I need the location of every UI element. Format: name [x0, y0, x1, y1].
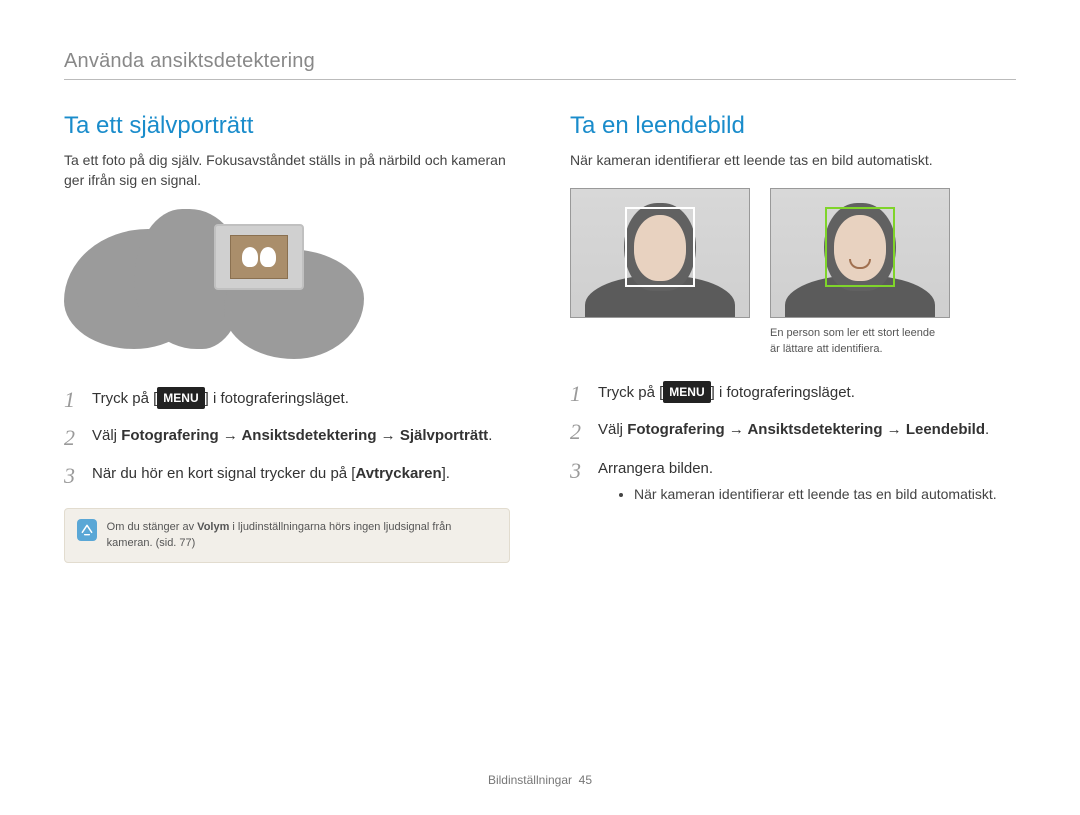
text: När du hör en kort signal trycker du på …: [92, 465, 355, 482]
selfie-illustration: [64, 209, 374, 359]
header-title: Använda ansiktsdetektering: [64, 50, 1016, 73]
text: .: [985, 421, 989, 438]
left-heading: Ta ett självporträtt: [64, 112, 510, 140]
menu-path: Fotografering → Ansiktsdetektering → Sjä…: [121, 427, 488, 444]
volume-label: Volym: [197, 521, 229, 533]
page-header: Använda ansiktsdetektering: [64, 50, 1016, 80]
step-text: Välj Fotografering → Ansiktsdetektering …: [92, 425, 510, 451]
step-text: Tryck på [MENU] i fotograferingsläget.: [598, 381, 1016, 407]
camera-screen: [230, 235, 288, 279]
text: Om du stänger av: [107, 521, 198, 533]
footer-page-number: 45: [579, 773, 592, 787]
step-number: 3: [570, 458, 586, 506]
header-rule: [64, 79, 1016, 80]
right-steps: 1 Tryck på [MENU] i fotograferingsläget.…: [570, 381, 1016, 505]
right-heading: Ta en leendebild: [570, 112, 1016, 140]
face-smiling: [770, 188, 950, 318]
face-examples: [570, 188, 1016, 318]
camera-icon: [214, 224, 304, 290]
footer-section: Bildinställningar: [488, 773, 572, 787]
text: ] i fotograferingsläget.: [205, 390, 349, 407]
text: Tryck på [: [92, 390, 157, 407]
page-footer: Bildinställningar 45: [0, 773, 1080, 787]
mini-face-icon: [242, 247, 258, 267]
caption-line-1: En person som ler ett stort leende: [770, 327, 935, 339]
caption: En person som ler ett stort leende är lä…: [770, 326, 1016, 357]
menu-button-label: MENU: [157, 387, 204, 409]
step-number: 2: [570, 419, 586, 445]
text: ].: [442, 465, 450, 482]
text: Välj: [92, 427, 121, 444]
left-intro: Ta ett foto på dig själv. Fokusavståndet…: [64, 150, 510, 191]
step-text: Välj Fotografering → Ansiktsdetektering …: [598, 419, 1016, 445]
mini-face-icon: [260, 247, 276, 267]
text: Välj: [598, 421, 627, 438]
right-intro: När kameran identifierar ett leende tas …: [570, 150, 1016, 170]
text: ] i fotograferingsläget.: [711, 384, 855, 401]
face-neutral: [570, 188, 750, 318]
shutter-label: Avtryckaren: [355, 465, 441, 482]
step-number: 1: [64, 387, 80, 413]
manual-page: Använda ansiktsdetektering Ta ett självp…: [0, 0, 1080, 815]
step-number: 1: [570, 381, 586, 407]
step-text: Tryck på [MENU] i fotograferingsläget.: [92, 387, 510, 413]
note-box: Om du stänger av Volym i ljudinställning…: [64, 508, 510, 563]
step-1: 1 Tryck på [MENU] i fotograferingsläget.: [64, 387, 510, 413]
step-bullet: När kameran identifierar ett leende tas …: [634, 484, 1016, 505]
detection-box-icon: [625, 207, 695, 287]
caption-line-2: är lättare att identifiera.: [770, 343, 883, 355]
step-2: 2 Välj Fotografering → Ansiktsdetekterin…: [570, 419, 1016, 445]
menu-path: Fotografering → Ansiktsdetektering → Lee…: [627, 421, 985, 438]
step-number: 2: [64, 425, 80, 451]
step-2: 2 Välj Fotografering → Ansiktsdetekterin…: [64, 425, 510, 451]
text: Arrangera bilden.: [598, 460, 713, 477]
step-1: 1 Tryck på [MENU] i fotograferingsläget.: [570, 381, 1016, 407]
step-number: 3: [64, 463, 80, 489]
note-icon: [77, 519, 97, 541]
step-3: 3 När du hör en kort signal trycker du p…: [64, 463, 510, 489]
note-text: Om du stänger av Volym i ljudinställning…: [107, 519, 497, 552]
right-column: Ta en leendebild När kameran identifiera…: [570, 112, 1016, 563]
step-3: 3 Arrangera bilden. När kameran identifi…: [570, 458, 1016, 506]
text: Tryck på [: [598, 384, 663, 401]
text: .: [488, 427, 492, 444]
left-steps: 1 Tryck på [MENU] i fotograferingsläget.…: [64, 387, 510, 490]
content-columns: Ta ett självporträtt Ta ett foto på dig …: [64, 112, 1016, 563]
step-text: När du hör en kort signal trycker du på …: [92, 463, 510, 489]
step-text: Arrangera bilden. När kameran identifier…: [598, 458, 1016, 506]
detection-box-active-icon: [825, 207, 895, 287]
left-column: Ta ett självporträtt Ta ett foto på dig …: [64, 112, 510, 563]
menu-button-label: MENU: [663, 381, 710, 403]
